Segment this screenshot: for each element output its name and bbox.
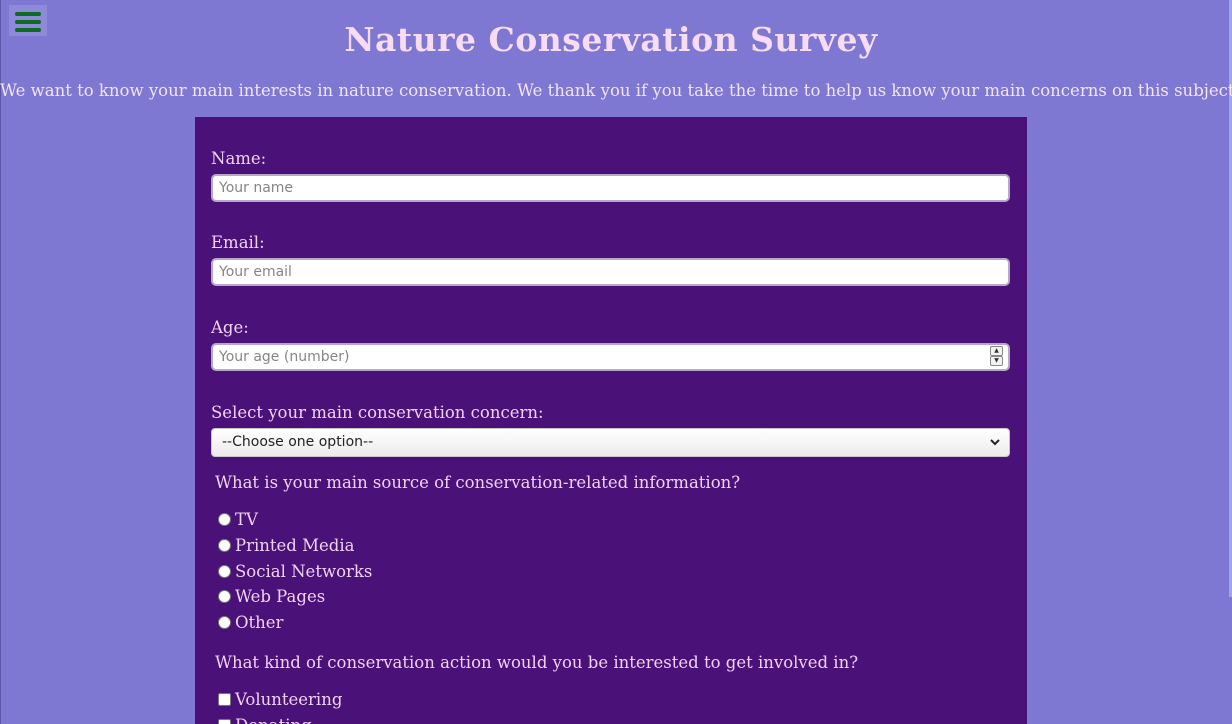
- checkbox-label: Volunteering: [235, 690, 343, 709]
- survey-form: Name: Email: Age: ▲ ▼ Select your main c…: [195, 117, 1027, 724]
- radio-label: TV: [235, 510, 258, 529]
- stepper-down-icon[interactable]: ▼: [990, 356, 1003, 366]
- page-title: Nature Conservation Survey: [344, 20, 878, 59]
- chevron-down-icon: [989, 429, 1001, 466]
- concern-selected-value: --Choose one option--: [222, 434, 374, 450]
- radio-label: Other: [235, 613, 284, 632]
- age-label: Age:: [211, 318, 249, 337]
- radio-label: Social Networks: [235, 562, 373, 581]
- radio-button[interactable]: [218, 590, 231, 603]
- checkbox[interactable]: [218, 693, 231, 706]
- stepper-up-icon[interactable]: ▲: [990, 346, 1003, 356]
- radio-label: Printed Media: [235, 536, 355, 555]
- source-question: What is your main source of conservation…: [215, 473, 741, 492]
- concern-select[interactable]: --Choose one option--: [211, 428, 1010, 457]
- survey-description: We want to know your main interests in n…: [0, 81, 1232, 100]
- email-input[interactable]: [211, 258, 1010, 286]
- radio-button[interactable]: [218, 513, 231, 526]
- radio-button[interactable]: [218, 616, 231, 629]
- action-question: What kind of conservation action would y…: [215, 653, 859, 672]
- radio-label: Web Pages: [235, 587, 326, 606]
- age-field: ▲ ▼: [211, 343, 1010, 371]
- checkbox[interactable]: [218, 719, 231, 724]
- checkbox-label: Donating: [235, 715, 312, 724]
- name-label: Name:: [211, 149, 267, 168]
- email-label: Email:: [211, 233, 265, 252]
- radio-button[interactable]: [218, 539, 231, 552]
- age-stepper[interactable]: ▲ ▼: [990, 346, 1003, 366]
- concern-label: Select your main conservation concern:: [211, 403, 544, 422]
- name-input[interactable]: [211, 174, 1010, 202]
- age-input[interactable]: [211, 343, 1010, 371]
- left-border: [0, 0, 1, 724]
- radio-button[interactable]: [218, 565, 231, 578]
